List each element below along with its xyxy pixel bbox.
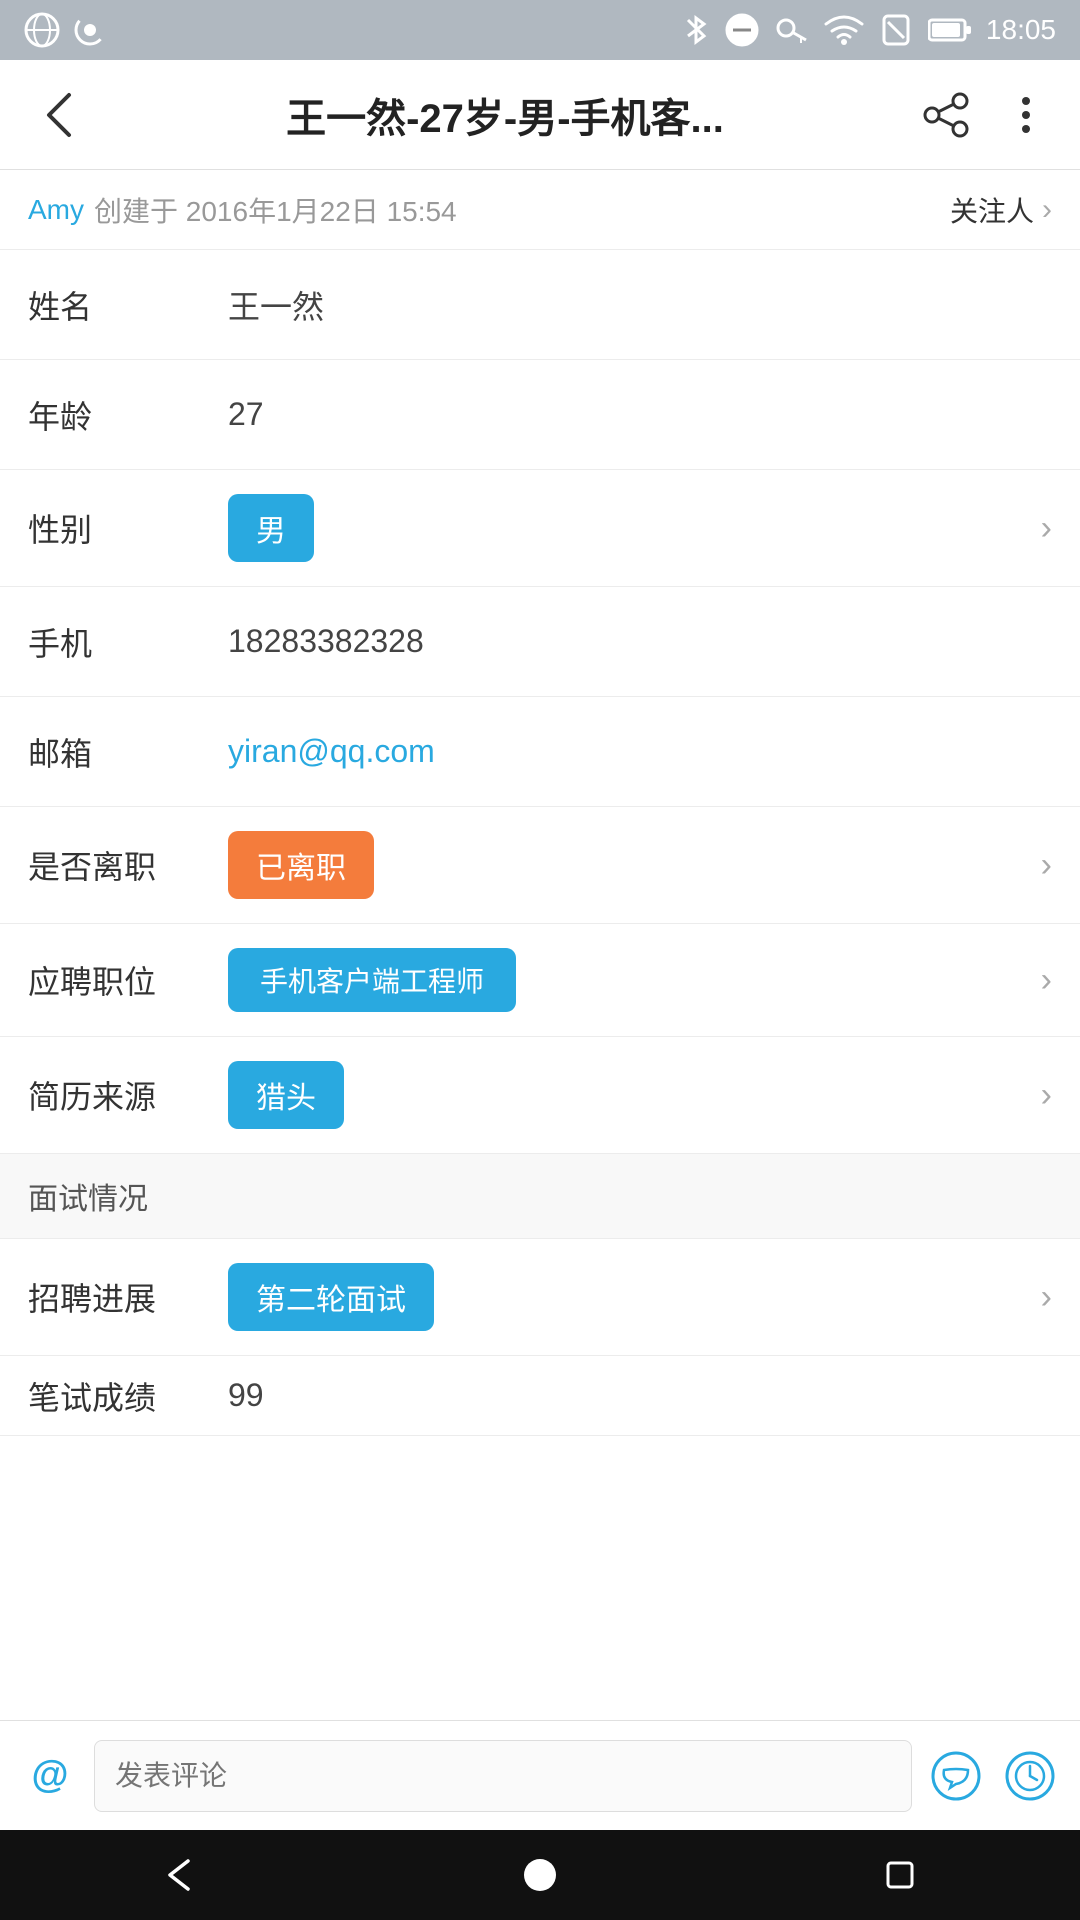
field-position[interactable]: 应聘职位 手机客户端工程师 › [0, 924, 1080, 1037]
label-source: 简历来源 [28, 1072, 228, 1118]
label-written-score: 笔试成绩 [28, 1373, 228, 1419]
field-email: 邮箱 yiran@qq.com [0, 697, 1080, 807]
chevron-right-icon: › [1041, 846, 1052, 885]
field-gender[interactable]: 性别 男 › [0, 470, 1080, 587]
nosim-icon [878, 12, 914, 48]
value-recruit-progress: 第二轮面试 [228, 1263, 1041, 1331]
comment-icon[interactable] [926, 1746, 986, 1806]
label-recruit-progress: 招聘进展 [28, 1274, 228, 1320]
meta-row: Amy 创建于 2016年1月22日 15:54 关注人 › [0, 170, 1080, 250]
at-button[interactable]: @ [20, 1746, 80, 1806]
field-written-score: 笔试成绩 99 [0, 1356, 1080, 1436]
label-gender: 性别 [28, 505, 228, 551]
value-phone: 18283382328 [228, 623, 1052, 660]
bluetooth-icon [682, 12, 710, 48]
globe-icon [24, 12, 60, 48]
field-recruit-progress[interactable]: 招聘进展 第二轮面试 › [0, 1239, 1080, 1356]
value-email[interactable]: yiran@qq.com [228, 733, 1052, 770]
back-button[interactable] [24, 80, 94, 150]
resignation-tag: 已离职 [228, 831, 374, 899]
section-interview: 面试情况 [0, 1154, 1080, 1239]
value-source: 猎头 [228, 1061, 1041, 1129]
followers-button[interactable]: 关注人 › [950, 190, 1052, 230]
nav-recents-button[interactable] [865, 1840, 935, 1910]
app-bar-actions [916, 85, 1056, 145]
comment-bar: @ [0, 1720, 1080, 1830]
nav-bar [0, 1830, 1080, 1920]
status-bar: 18:05 [0, 0, 1080, 60]
app-bar: 王一然-27岁-男-手机客... [0, 60, 1080, 170]
label-name: 姓名 [28, 282, 228, 328]
field-source[interactable]: 简历来源 猎头 › [0, 1037, 1080, 1154]
status-time: 18:05 [986, 14, 1056, 46]
position-tag: 手机客户端工程师 [228, 948, 516, 1012]
value-age: 27 [228, 396, 1052, 433]
chevron-right-icon: › [1041, 509, 1052, 548]
gender-tag: 男 [228, 494, 314, 562]
battery-icon [928, 16, 972, 44]
chevron-right-icon: › [1041, 1076, 1052, 1115]
page-title: 王一然-27岁-男-手机客... [94, 86, 916, 144]
value-position: 手机客户端工程师 [228, 948, 1041, 1012]
creator-name: Amy [28, 194, 84, 226]
created-at: 创建于 2016年1月22日 15:54 [94, 190, 457, 230]
followers-label: 关注人 [950, 190, 1034, 230]
value-name: 王一然 [228, 282, 1052, 328]
label-email: 邮箱 [28, 729, 228, 775]
key-icon [774, 12, 810, 48]
more-button[interactable] [996, 85, 1056, 145]
field-age: 年龄 27 [0, 360, 1080, 470]
share-button[interactable] [916, 85, 976, 145]
chevron-right-icon: › [1042, 193, 1052, 227]
value-gender: 男 [228, 494, 1041, 562]
chevron-right-icon: › [1041, 961, 1052, 1000]
email-link[interactable]: yiran@qq.com [228, 733, 435, 770]
chevron-right-icon: › [1041, 1278, 1052, 1317]
meta-info: Amy 创建于 2016年1月22日 15:54 [28, 190, 457, 230]
value-written-score: 99 [228, 1377, 264, 1414]
nav-back-button[interactable] [145, 1840, 215, 1910]
signal-icon [72, 12, 108, 48]
label-age: 年龄 [28, 392, 228, 438]
comment-input[interactable] [94, 1740, 912, 1812]
label-position: 应聘职位 [28, 957, 228, 1003]
field-phone: 手机 18283382328 [0, 587, 1080, 697]
label-phone: 手机 [28, 619, 228, 665]
value-resignation: 已离职 [228, 831, 1041, 899]
section-header-label: 面试情况 [28, 1183, 148, 1216]
status-right-icons: 18:05 [682, 12, 1056, 48]
source-tag: 猎头 [228, 1061, 344, 1129]
status-left-icons [24, 12, 108, 48]
nav-home-button[interactable] [505, 1840, 575, 1910]
recruit-progress-tag: 第二轮面试 [228, 1263, 434, 1331]
minus-circle-icon [724, 12, 760, 48]
wifi-icon [824, 14, 864, 46]
history-icon[interactable] [1000, 1746, 1060, 1806]
label-resignation: 是否离职 [28, 842, 228, 888]
field-name: 姓名 王一然 [0, 250, 1080, 360]
field-resignation[interactable]: 是否离职 已离职 › [0, 807, 1080, 924]
